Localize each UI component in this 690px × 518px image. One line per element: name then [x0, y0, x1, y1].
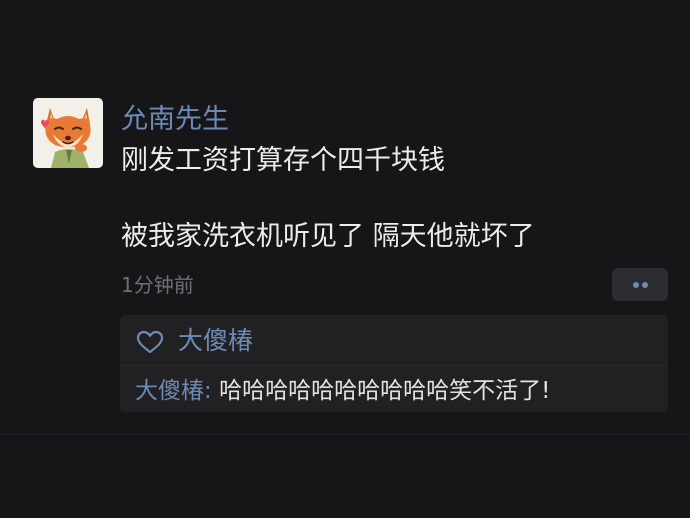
comment-separator: :	[204, 378, 220, 404]
more-dots-icon-dot	[642, 282, 648, 288]
post-content-line-1: 刚发工资打算存个四千块钱	[121, 145, 445, 176]
heart-outline-icon	[136, 330, 164, 354]
likes-comments-panel: 大傻椿 大傻椿: 哈哈哈哈哈哈哈哈哈哈笑不活了!	[120, 315, 668, 412]
moments-post: 允南先生 刚发工资打算存个四千块钱 被我家洗衣机听见了 隔天他就坏了 1分钟前 …	[0, 0, 690, 434]
fox-avatar-icon	[33, 98, 103, 168]
avatar[interactable]	[33, 98, 103, 168]
more-dots-icon	[633, 282, 639, 288]
comment-author[interactable]: 大傻椿	[135, 378, 204, 404]
more-actions-button[interactable]	[612, 268, 668, 301]
comment-item[interactable]: 大傻椿: 哈哈哈哈哈哈哈哈哈哈笑不活了!	[135, 375, 550, 407]
post-author-name[interactable]: 允南先生	[121, 102, 229, 138]
post-divider	[0, 434, 690, 435]
likes-row: 大傻椿	[120, 315, 668, 365]
comment-text: 哈哈哈哈哈哈哈哈哈哈笑不活了!	[219, 378, 551, 404]
post-timestamp: 1分钟前	[121, 273, 194, 297]
panel-divider	[120, 365, 668, 366]
post-content-line-2: 被我家洗衣机听见了 隔天他就坏了	[121, 221, 535, 252]
liker-name[interactable]: 大傻椿	[178, 324, 253, 358]
